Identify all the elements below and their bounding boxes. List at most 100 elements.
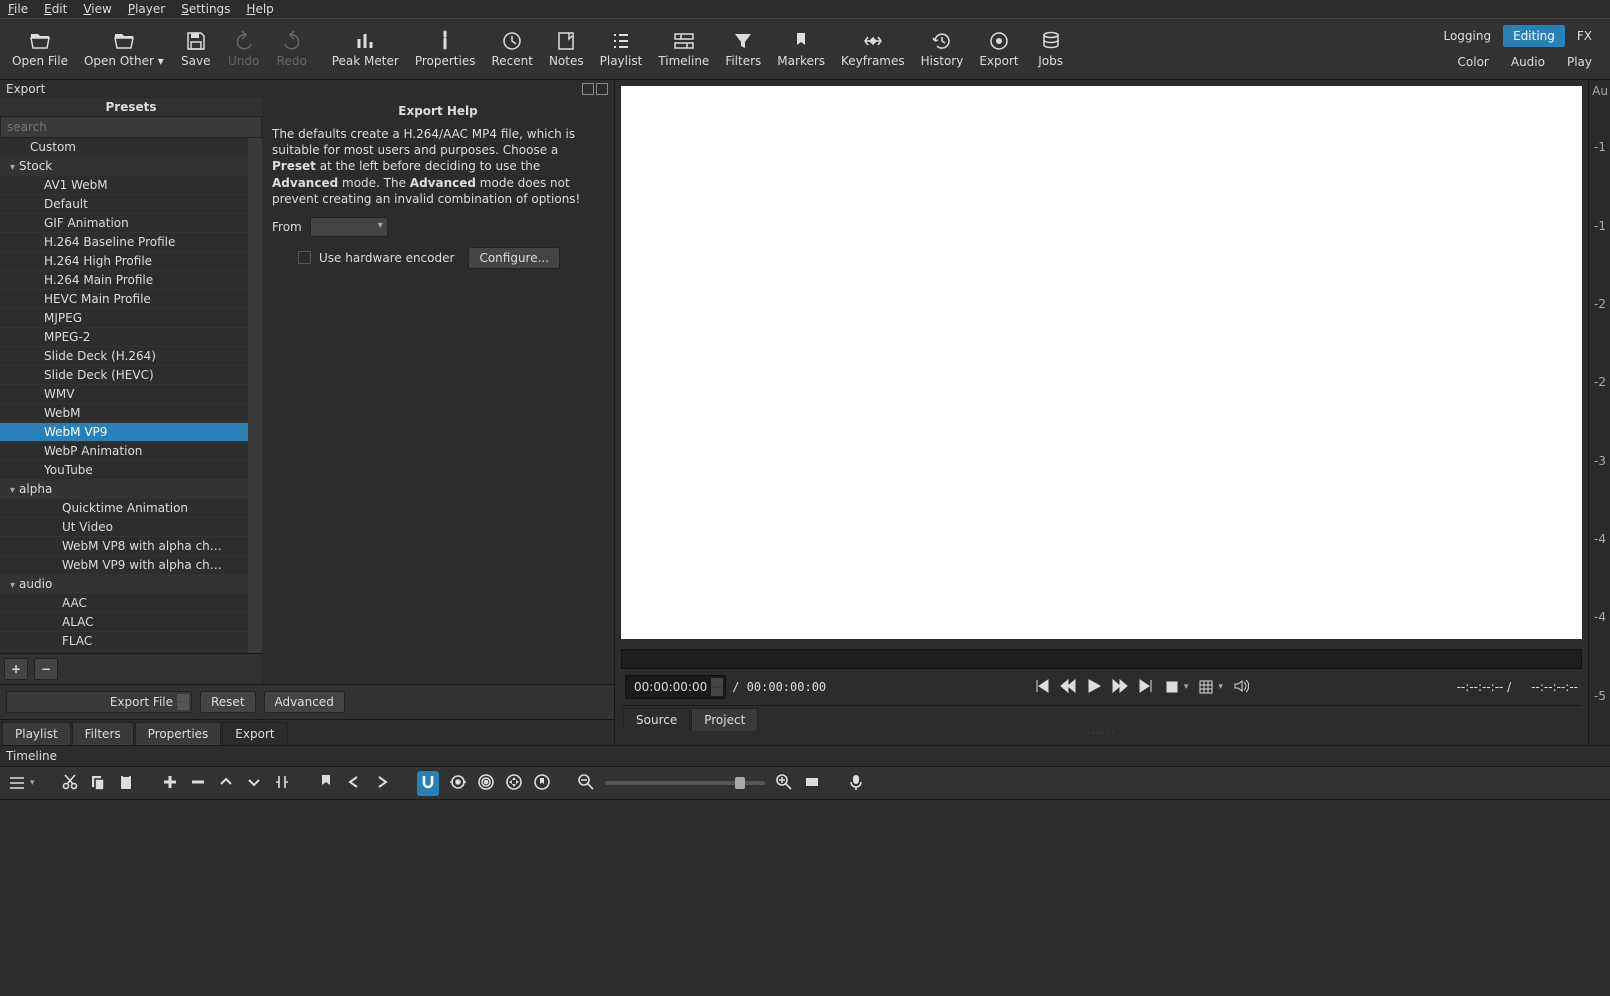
- from-dropdown[interactable]: [310, 217, 388, 237]
- advanced-button[interactable]: Advanced: [264, 691, 345, 713]
- tab-filters[interactable]: Filters: [72, 722, 134, 745]
- markers-button[interactable]: Markers: [769, 21, 833, 77]
- ripple-markers-button[interactable]: [533, 773, 551, 794]
- configure-button[interactable]: Configure...: [468, 247, 560, 269]
- preset-item[interactable]: Quicktime Animation: [0, 499, 262, 518]
- filters-button[interactable]: Filters: [717, 21, 769, 77]
- preset-item[interactable]: WebM VP9 with alpha ch…: [0, 556, 262, 575]
- volume-button[interactable]: [1233, 678, 1249, 697]
- player-tab-project[interactable]: Project: [691, 708, 758, 731]
- menu-edit[interactable]: Edit: [44, 2, 67, 16]
- preset-item[interactable]: Slide Deck (HEVC): [0, 366, 262, 385]
- open-file-button[interactable]: Open File: [4, 21, 76, 77]
- menu-settings[interactable]: Settings: [181, 2, 230, 16]
- record-audio-button[interactable]: [847, 773, 865, 794]
- player-tab-source[interactable]: Source: [623, 708, 690, 731]
- preset-item[interactable]: YouTube: [0, 461, 262, 480]
- preset-item[interactable]: ALAC: [0, 613, 262, 632]
- layout-editing-button[interactable]: Editing: [1503, 25, 1565, 47]
- layout-color-button[interactable]: Color: [1448, 51, 1499, 73]
- add-preset-button[interactable]: +: [4, 658, 28, 680]
- reset-button[interactable]: Reset: [200, 691, 256, 713]
- layout-logging-button[interactable]: Logging: [1433, 25, 1501, 47]
- scrollbar[interactable]: [248, 138, 262, 653]
- export-file-spin[interactable]: Export File: [6, 691, 192, 713]
- preset-item[interactable]: Default: [0, 195, 262, 214]
- preset-item[interactable]: GIF Animation: [0, 214, 262, 233]
- tab-export[interactable]: Export: [222, 722, 287, 745]
- marker-button[interactable]: [317, 773, 335, 794]
- append-button[interactable]: [161, 773, 179, 794]
- preset-item[interactable]: AAC: [0, 594, 262, 613]
- remove-preset-button[interactable]: −: [34, 658, 58, 680]
- close-panel-icon[interactable]: [596, 83, 608, 95]
- timeline-tracks[interactable]: [0, 800, 1610, 996]
- preset-search-input[interactable]: [0, 116, 262, 138]
- redo-button[interactable]: Redo: [268, 21, 316, 77]
- snap-button[interactable]: [417, 771, 439, 796]
- zoom-fit-button[interactable]: [803, 773, 821, 794]
- export-button[interactable]: Export: [971, 21, 1026, 77]
- preset-item[interactable]: MPEG-2: [0, 328, 262, 347]
- lift-button[interactable]: [217, 773, 235, 794]
- scrub-audio-button[interactable]: [449, 773, 467, 794]
- zoom-in-button[interactable]: [775, 773, 793, 794]
- history-button[interactable]: History: [913, 21, 972, 77]
- timeline-menu-button[interactable]: [8, 774, 35, 792]
- playlist-button[interactable]: Playlist: [592, 21, 651, 77]
- save-button[interactable]: Save: [172, 21, 220, 77]
- jobs-button[interactable]: Jobs: [1027, 21, 1075, 77]
- rewind-button[interactable]: [1060, 678, 1076, 697]
- peak-meter-button[interactable]: Peak Meter: [324, 21, 407, 77]
- skip-prev-button[interactable]: [1034, 678, 1050, 697]
- layout-play-button[interactable]: Play: [1557, 51, 1602, 73]
- next-marker-button[interactable]: [373, 773, 391, 794]
- play-button[interactable]: [1086, 678, 1102, 697]
- preset-item[interactable]: Ut Video: [0, 518, 262, 537]
- preset-item[interactable]: Custom: [0, 138, 262, 157]
- prev-marker-button[interactable]: [345, 773, 363, 794]
- preset-item[interactable]: AV1 WebM: [0, 176, 262, 195]
- recent-button[interactable]: Recent: [483, 21, 540, 77]
- split-button[interactable]: [273, 773, 291, 794]
- tab-properties[interactable]: Properties: [135, 722, 222, 745]
- scrub-bar[interactable]: [621, 649, 1582, 669]
- preset-item[interactable]: audio: [0, 575, 262, 594]
- skip-next-button[interactable]: [1138, 678, 1154, 697]
- grid-button[interactable]: [1198, 679, 1223, 695]
- preset-item[interactable]: WebM VP9: [0, 423, 262, 442]
- timeline-button[interactable]: Timeline: [650, 21, 717, 77]
- paste-button[interactable]: [117, 773, 135, 794]
- preset-item[interactable]: H.264 High Profile: [0, 252, 262, 271]
- cut-button[interactable]: [61, 773, 79, 794]
- zoom-out-button[interactable]: [577, 773, 595, 794]
- zoom-slider[interactable]: [605, 781, 765, 785]
- tab-playlist[interactable]: Playlist: [2, 722, 71, 745]
- zoom-mode-button[interactable]: [1164, 679, 1189, 695]
- remove-button[interactable]: [189, 773, 207, 794]
- preset-item[interactable]: H.264 Main Profile: [0, 271, 262, 290]
- undo-button[interactable]: Undo: [220, 21, 268, 77]
- preset-item[interactable]: FLAC: [0, 632, 262, 651]
- preset-item[interactable]: WebP Animation: [0, 442, 262, 461]
- undock-icon[interactable]: [582, 83, 594, 95]
- preset-item[interactable]: WebM VP8 with alpha ch…: [0, 537, 262, 556]
- hardware-encoder-checkbox[interactable]: [298, 251, 311, 264]
- preset-item[interactable]: Stock: [0, 157, 262, 176]
- preset-item[interactable]: WMV: [0, 385, 262, 404]
- preset-item[interactable]: H.264 Baseline Profile: [0, 233, 262, 252]
- menu-view[interactable]: View: [83, 2, 111, 16]
- preset-tree[interactable]: CustomStockAV1 WebMDefaultGIF AnimationH…: [0, 138, 262, 653]
- menu-file[interactable]: File: [8, 2, 28, 16]
- open-other-button[interactable]: Open Other ▾: [76, 21, 172, 77]
- preset-item[interactable]: MJPEG: [0, 309, 262, 328]
- preset-item[interactable]: MP3: [0, 651, 262, 653]
- menu-player[interactable]: Player: [128, 2, 165, 16]
- preset-item[interactable]: alpha: [0, 480, 262, 499]
- ripple-all-button[interactable]: [505, 773, 523, 794]
- menu-help[interactable]: Help: [246, 2, 273, 16]
- preset-item[interactable]: HEVC Main Profile: [0, 290, 262, 309]
- video-canvas[interactable]: [621, 86, 1582, 639]
- fast-forward-button[interactable]: [1112, 678, 1128, 697]
- timecode-input[interactable]: 00:00:00:00: [625, 675, 726, 699]
